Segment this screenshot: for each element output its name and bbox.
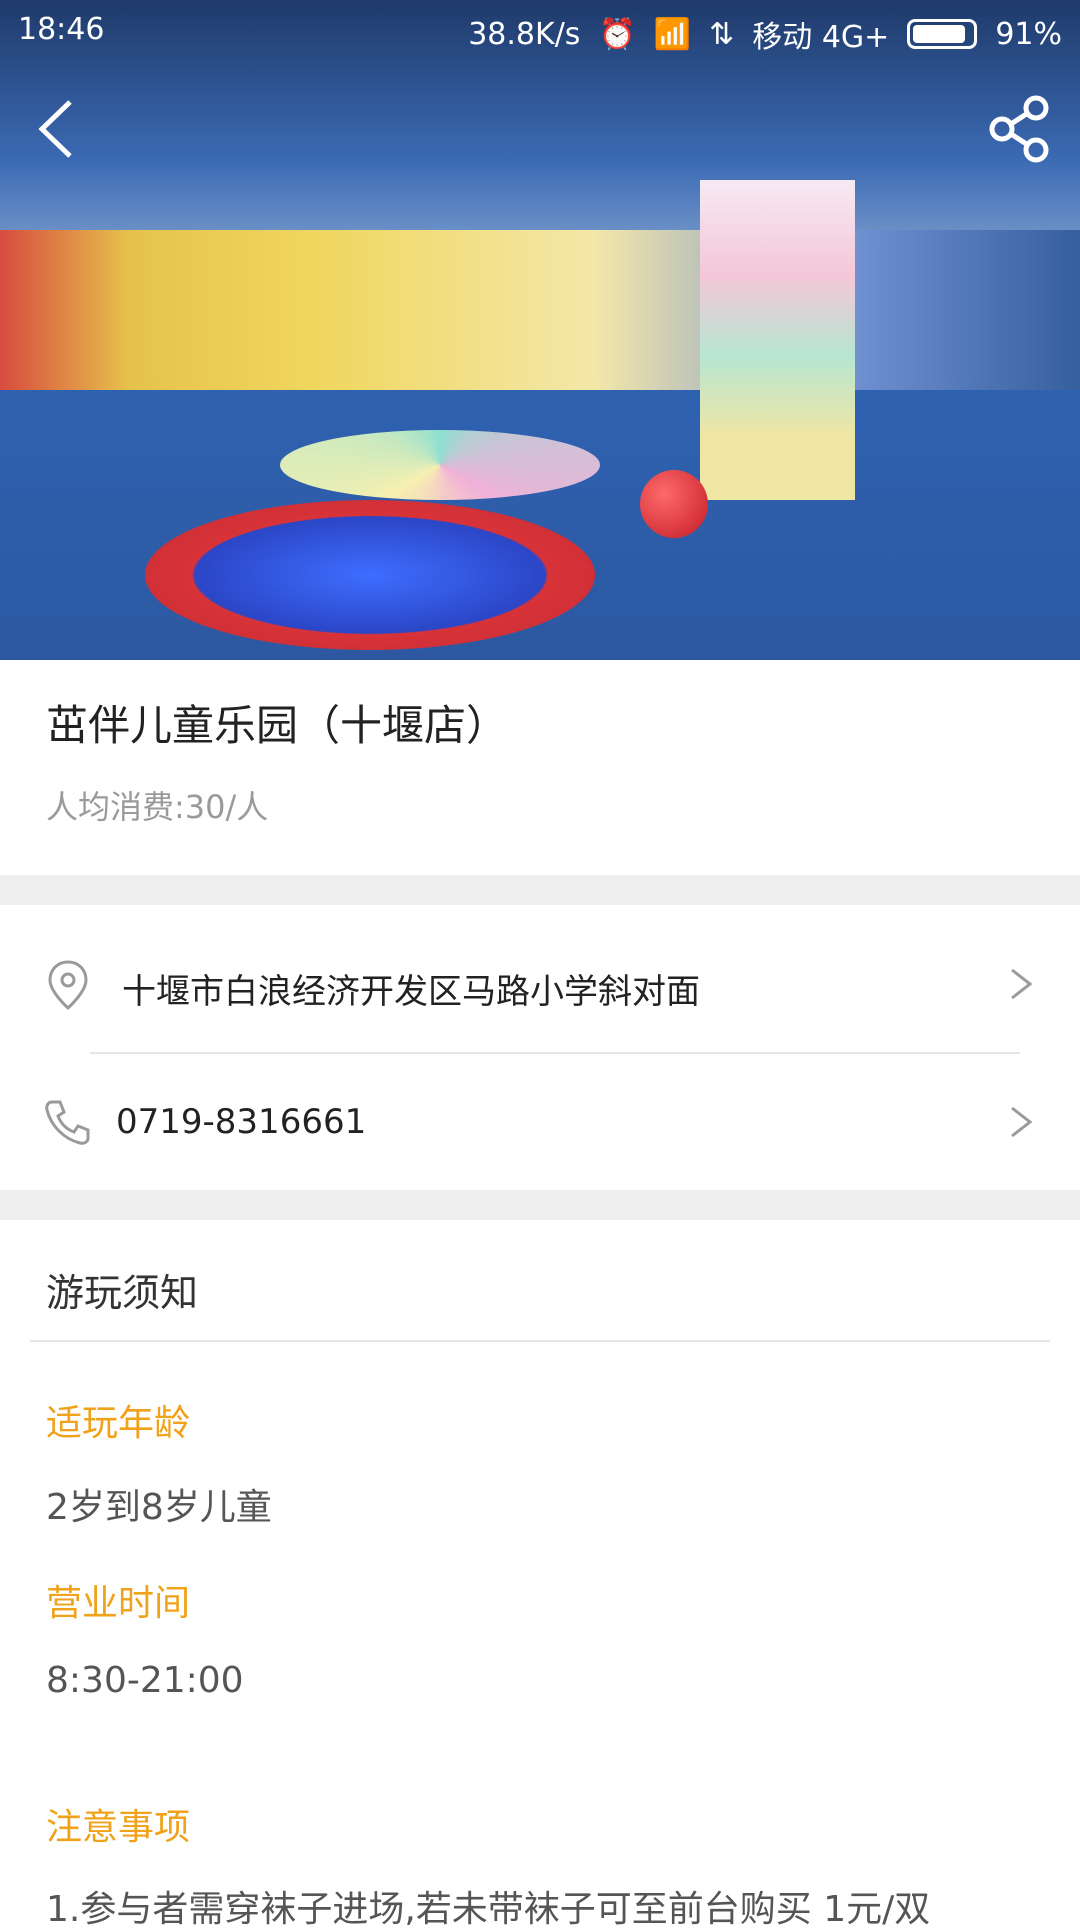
battery-percent: 91% [995,16,1062,52]
notes-label: 注意事项 [46,1807,191,1848]
share-button[interactable] [984,94,1054,164]
section-separator [0,1190,1080,1220]
hours-label: 营业时间 [46,1583,191,1624]
hours-value: 8:30-21:00 [46,1660,244,1701]
signal-icon: 📶 [653,16,692,52]
place-title: 茁伴儿童乐园（十堰店） [46,701,509,750]
back-button[interactable] [26,94,96,164]
hero-image [0,0,1080,660]
age-label: 适玩年龄 [46,1403,191,1444]
data-transfer-icon: ⇅ [709,16,735,52]
phone-row[interactable]: 0719-8316661 [0,1068,1080,1178]
notice-divider [30,1340,1050,1342]
hero-ball [640,470,708,538]
chevron-right-icon [1011,1106,1033,1138]
battery-icon [907,19,978,49]
hero-pool [145,500,595,650]
address-text: 十堰市白浪经济开发区马路小学斜对面 [122,972,700,1012]
hero-tower [700,180,855,500]
notes-line: 1.参与者需穿袜子进场,若未带袜子可至前台购买 1元/双 [46,1889,931,1930]
status-time: 18:46 [18,12,105,47]
notice-heading: 游玩须知 [46,1271,199,1315]
hero-wall [0,230,1080,390]
chevron-right-icon [1011,968,1033,1000]
status-right: 38.8K/s ⏰ 📶 ⇅ 移动 4G+ 91% [468,12,1062,56]
section-separator [0,875,1080,905]
hero-carousel [280,430,600,500]
avg-price: 人均消费:30/人 [46,788,269,826]
alarm-icon: ⏰ [598,16,636,52]
phone-icon [45,1100,90,1145]
age-value: 2岁到8岁儿童 [46,1487,272,1528]
carrier: 移动 4G+ [752,20,890,55]
row-divider [90,1052,1020,1054]
phone-text: 0719-8316661 [116,1102,367,1142]
status-bar: 18:46 38.8K/s ⏰ 📶 ⇅ 移动 4G+ 91% [0,0,1080,60]
net-speed: 38.8K/s [468,16,581,52]
back-arrow-icon [38,100,72,158]
address-row[interactable]: 十堰市白浪经济开发区马路小学斜对面 [0,930,1080,1040]
location-pin-icon [48,960,88,1010]
share-icon [989,95,1049,163]
